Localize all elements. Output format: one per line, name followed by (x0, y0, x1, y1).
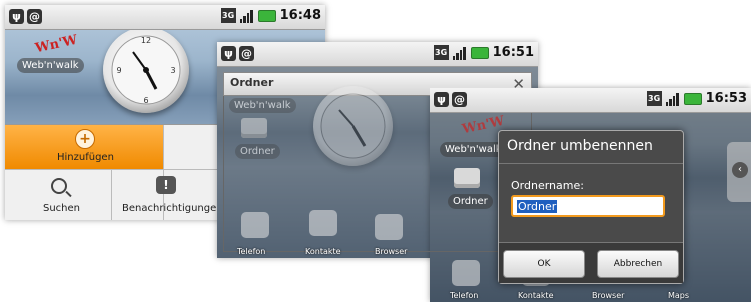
dock-label-maps: Maps (668, 291, 690, 300)
status-time: 16:53 (705, 91, 747, 106)
signal-icon (452, 46, 467, 60)
contacts-icon (309, 210, 337, 236)
dock-label-contacts: Kontakte (305, 247, 341, 256)
plus-icon: + (75, 129, 95, 149)
chevron-left-icon: ‹ (732, 162, 748, 178)
battery-icon (683, 92, 702, 105)
signal-icon (239, 9, 254, 23)
network-3g-icon: 3G (433, 45, 449, 60)
folder-label: Ordner (235, 144, 280, 159)
svg-text:6: 6 (143, 96, 148, 105)
status-time: 16:51 (492, 45, 534, 60)
usb-icon: ψ (221, 46, 236, 61)
search-label: Suchen (43, 203, 81, 214)
network-3g-icon: 3G (646, 91, 662, 106)
dock-label-phone: Telefon (450, 291, 479, 300)
dialog-divider (499, 163, 683, 164)
svg-text:3: 3 (170, 66, 175, 75)
folder-name-input[interactable]: Ordner (511, 195, 665, 217)
rename-folder-dialog: Ordner umbenennen Ordnername: Ordner OK … (498, 130, 684, 284)
phone-icon (241, 212, 269, 238)
at-icon: @ (452, 92, 467, 107)
clock-face-icon (320, 93, 386, 159)
side-scroll-handle[interactable]: ‹ (727, 142, 751, 202)
add-label: Hinzufügen (57, 152, 114, 163)
dock-label-contacts: Kontakte (518, 291, 554, 300)
signal-icon (665, 92, 680, 106)
ok-button[interactable]: OK (503, 250, 585, 278)
status-bar: ψ @ 3G 16:51 (217, 42, 538, 67)
browser-icon (375, 214, 403, 240)
status-bar: ψ @ 3G 16:53 (430, 88, 751, 113)
dock-label-phone: Telefon (237, 247, 266, 256)
svg-text:9: 9 (116, 66, 121, 75)
dock-label-browser: Browser (375, 247, 408, 256)
battery-icon (257, 9, 276, 22)
status-time: 16:48 (279, 8, 321, 23)
analog-clock-widget[interactable]: 12 3 6 9 (103, 27, 189, 113)
cancel-button[interactable]: Abbrechen (597, 250, 679, 278)
usb-icon: ψ (9, 9, 24, 24)
notification-icon: ! (156, 176, 176, 194)
widget-label[interactable]: Web'n'walk (17, 58, 84, 73)
dialog-button-bar: OK Abbrechen (499, 242, 683, 283)
folder-dialog-title: Ordner (230, 76, 274, 89)
notifications-label: Benachrichtigungen (122, 203, 223, 214)
usb-icon: ψ (434, 92, 449, 107)
analog-clock-widget (313, 86, 393, 166)
at-icon: @ (239, 46, 254, 61)
at-icon: @ (27, 9, 42, 24)
folder-icon (241, 118, 267, 138)
battery-icon (470, 46, 489, 59)
folder-name-label: Ordnername: (511, 179, 584, 192)
status-bar: ψ @ 3G 16:48 (5, 5, 325, 30)
dialog-title: Ordner umbenennen (507, 138, 653, 154)
search-menu-item[interactable]: Suchen (5, 170, 111, 220)
clock-face-icon: 12 3 6 9 (111, 35, 181, 105)
dock-label-browser: Browser (592, 291, 625, 300)
widget-label: Web'n'walk (229, 98, 296, 113)
folder-name-value: Ordner (517, 200, 558, 213)
search-icon (51, 178, 67, 194)
add-menu-item[interactable]: + Hinzufügen (5, 125, 163, 169)
screen-folder-open: ψ @ 3G 16:51 Ordner ✕ Web'n'walk Ordner … (217, 42, 538, 258)
phone-icon (452, 260, 480, 286)
svg-text:12: 12 (141, 36, 151, 45)
network-3g-icon: 3G (220, 8, 236, 23)
